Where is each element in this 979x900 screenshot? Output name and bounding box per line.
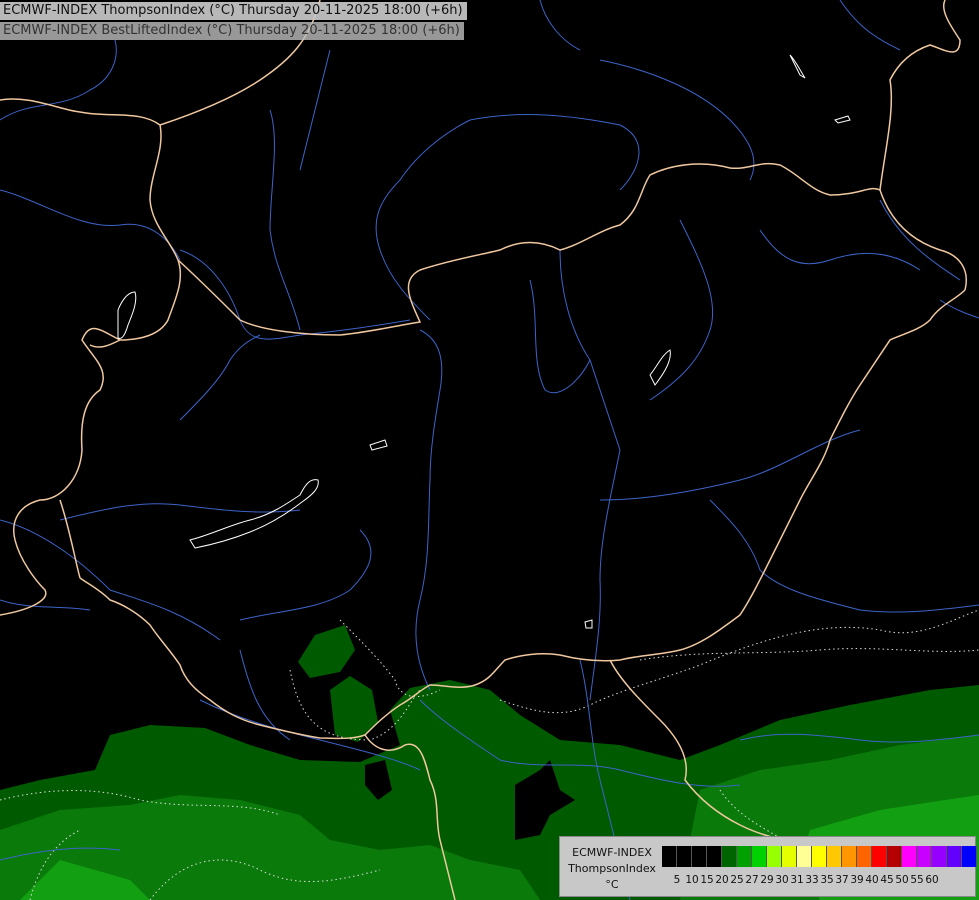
legend-swatch bbox=[752, 846, 767, 867]
legend-tick-label: 40 bbox=[865, 874, 879, 886]
legend-swatch bbox=[962, 846, 977, 867]
legend-tick-label: 31 bbox=[790, 874, 804, 886]
legend-tick-label: 30 bbox=[775, 874, 789, 886]
legend-swatch bbox=[827, 846, 842, 867]
legend-tick-label: 45 bbox=[880, 874, 894, 886]
legend-swatch bbox=[887, 846, 902, 867]
legend-tick-label: 27 bbox=[745, 874, 759, 886]
legend-tick-label: 55 bbox=[910, 874, 924, 886]
legend-tick-label: 39 bbox=[850, 874, 864, 886]
legend-tick-label: 15 bbox=[700, 874, 714, 886]
map-title-line2: ECMWF-INDEX BestLiftedIndex (°C) Thursda… bbox=[0, 22, 464, 40]
legend-swatch bbox=[932, 846, 947, 867]
legend-tick-label: 20 bbox=[715, 874, 729, 886]
legend-swatch bbox=[902, 846, 917, 867]
legend-swatch bbox=[917, 846, 932, 867]
weather-map bbox=[0, 0, 979, 900]
legend-swatch bbox=[722, 846, 737, 867]
legend-swatch bbox=[812, 846, 827, 867]
legend-swatch bbox=[692, 846, 707, 867]
legend-swatch bbox=[737, 846, 752, 867]
legend-tick-label: 29 bbox=[760, 874, 774, 886]
legend-tick-label: 50 bbox=[895, 874, 909, 886]
legend-swatch bbox=[707, 846, 722, 867]
legend-tick-label: 33 bbox=[805, 874, 819, 886]
legend-swatch bbox=[797, 846, 812, 867]
legend-parameter: ThompsonIndex bbox=[568, 862, 656, 875]
legend-color-scale bbox=[662, 846, 977, 867]
legend-swatch bbox=[872, 846, 887, 867]
legend: ECMWF-INDEX ThompsonIndex °C 5 10 15 20 25 27… bbox=[559, 836, 979, 897]
legend-tick-label: 60 bbox=[925, 874, 939, 886]
legend-unit: °C bbox=[605, 878, 619, 891]
legend-tick-label: 10 bbox=[685, 874, 699, 886]
legend-swatch bbox=[677, 846, 692, 867]
legend-swatch bbox=[662, 846, 677, 867]
legend-tick-label: 35 bbox=[820, 874, 834, 886]
map-title-line1: ECMWF-INDEX ThompsonIndex (°C) Thursday … bbox=[0, 2, 467, 20]
legend-tick-label: 5 bbox=[673, 874, 681, 886]
legend-model: ECMWF-INDEX bbox=[572, 846, 652, 859]
legend-tick-label: 25 bbox=[730, 874, 744, 886]
legend-swatch bbox=[767, 846, 782, 867]
legend-ticks: 5 10 15 20 25 27 29 30 31 33 35 37 39 40 45 50 55 60 bbox=[662, 874, 979, 888]
legend-swatch bbox=[947, 846, 962, 867]
legend-tick-label: 37 bbox=[835, 874, 849, 886]
legend-swatch bbox=[857, 846, 872, 867]
legend-swatch bbox=[782, 846, 797, 867]
legend-swatch bbox=[842, 846, 857, 867]
